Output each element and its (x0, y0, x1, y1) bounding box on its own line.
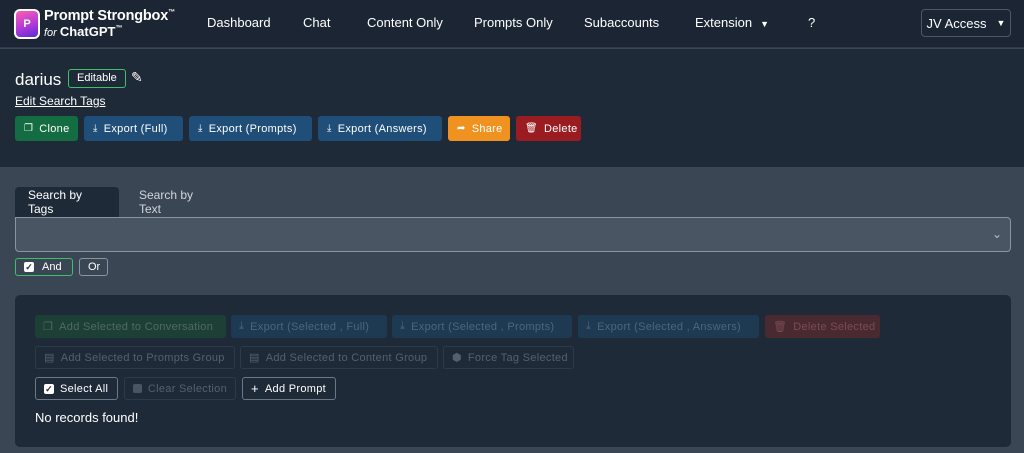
clone-icon: ❐ (24, 123, 34, 134)
export-answers-button[interactable]: ⤓ Export (Answers) (318, 116, 442, 141)
delete-label: Delete (544, 122, 578, 135)
book-icon: ▤ (44, 352, 55, 364)
export-full-button[interactable]: ⤓ Export (Full) (84, 116, 183, 141)
share-button[interactable]: ➦ Share (448, 116, 510, 141)
add-to-conversation-label: Add Selected to Conversation (59, 320, 214, 333)
export-full-label: Export (Full) (103, 122, 168, 135)
force-tag-selected-button[interactable]: ⬢ Force Tag Selected (443, 346, 574, 369)
nav-prompts-only[interactable]: Prompts Only (474, 15, 553, 30)
download-icon: ⤓ (239, 320, 245, 332)
chevron-down-icon: ▼ (760, 19, 770, 29)
tab-search-by-tags[interactable]: Search by Tags (15, 187, 119, 217)
pencil-icon[interactable]: ✎ (131, 69, 143, 86)
export-prompts-button[interactable]: ⤓ Export (Prompts) (189, 116, 312, 141)
trash-icon: 🗑 (773, 321, 788, 333)
download-icon: ⤓ (93, 123, 98, 134)
trash-icon: 🗑 (525, 123, 538, 134)
add-to-content-group-button[interactable]: ▤ Add Selected to Content Group (240, 346, 438, 369)
book-icon: ▤ (249, 352, 260, 364)
clear-selection-button[interactable]: Clear Selection (124, 377, 236, 400)
no-records-message: No records found! (35, 410, 139, 425)
share-icon: ➦ (457, 123, 466, 134)
or-label: Or (88, 261, 101, 273)
delete-selected-label: Delete Selected (793, 320, 876, 333)
nav-subaccounts[interactable]: Subaccounts (584, 15, 659, 30)
delete-selected-button[interactable]: 🗑 Delete Selected (765, 315, 880, 338)
export-selected-full-button[interactable]: ⤓ Export (Selected , Full) (231, 315, 387, 338)
checkbox-icon: ✓ (44, 383, 54, 394)
export-selected-prompts-label: Export (Selected , Prompts) (411, 320, 555, 333)
select-all-button[interactable]: ✓ Select All (35, 377, 118, 400)
nav-dashboard[interactable]: Dashboard (207, 15, 271, 30)
clone-button[interactable]: ❐ Clone (15, 116, 78, 141)
share-label: Share (471, 122, 503, 135)
export-selected-full-label: Export (Selected , Full) (250, 320, 370, 333)
tags-search-input[interactable]: ⌄ (15, 217, 1011, 252)
account-label: JV Access (926, 15, 987, 31)
download-icon: ⤓ (586, 320, 592, 332)
download-icon: ⤓ (327, 123, 332, 134)
brand-text: Prompt Strongbox™ for ChatGPT™ (44, 9, 175, 40)
nav-extension-dropdown[interactable]: Extension ▼ (695, 15, 769, 30)
collection-header: darius Editable ✎ Edit Search Tags ❐ Clo… (0, 49, 1024, 167)
tag-icon: ⬢ (452, 352, 462, 364)
add-to-prompts-group-button[interactable]: ▤ Add Selected to Prompts Group (35, 346, 235, 369)
and-label: And (42, 261, 62, 273)
add-to-prompts-group-label: Add Selected to Prompts Group (60, 351, 225, 364)
brand-product-tm: ™ (115, 25, 123, 33)
brand-name: Prompt Strongbox (44, 7, 169, 24)
clone-label: Clone (39, 122, 70, 135)
add-prompt-label: Add Prompt (264, 382, 326, 395)
and-toggle[interactable]: ✓ And (15, 258, 73, 276)
export-answers-label: Export (Answers) (337, 122, 427, 135)
brand-tm: ™ (168, 8, 175, 16)
nav-help[interactable]: ? (808, 15, 815, 30)
clear-selection-label: Clear Selection (147, 382, 227, 395)
page-title: darius (15, 70, 62, 89)
logo-badge-icon: P (14, 9, 40, 39)
brand-product: ChatGPT (59, 24, 116, 40)
clone-icon: ❐ (43, 321, 54, 333)
export-selected-answers-button[interactable]: ⤓ Export (Selected , Answers) (578, 315, 759, 338)
edit-search-tags-link[interactable]: Edit Search Tags (15, 94, 106, 108)
or-toggle[interactable]: Or (79, 258, 108, 276)
export-selected-prompts-button[interactable]: ⤓ Export (Selected , Prompts) (392, 315, 572, 338)
plus-icon: + (251, 381, 259, 396)
nav-extension-label: Extension (695, 15, 753, 30)
nav-chat[interactable]: Chat (303, 15, 330, 30)
force-tag-selected-label: Force Tag Selected (467, 351, 568, 364)
top-navbar: P Prompt Strongbox™ for ChatGPT™ Dashboar… (0, 0, 1024, 48)
add-to-content-group-label: Add Selected to Content Group (265, 351, 428, 364)
add-prompt-button[interactable]: + Add Prompt (242, 377, 336, 400)
export-prompts-label: Export (Prompts) (208, 122, 297, 135)
nav-content-only[interactable]: Content Only (367, 15, 443, 30)
chevron-down-icon: ▼ (996, 18, 1006, 28)
tab-search-by-text[interactable]: Search by Text (126, 187, 230, 217)
account-dropdown[interactable]: JV Access ▼ (921, 9, 1011, 37)
chevron-down-icon: ⌄ (991, 227, 1002, 241)
delete-button[interactable]: 🗑 Delete (516, 116, 581, 141)
brand-logo[interactable]: P Prompt Strongbox™ for ChatGPT™ (14, 6, 175, 42)
checkbox-icon: ✓ (24, 262, 34, 272)
export-selected-answers-label: Export (Selected , Answers) (597, 320, 741, 333)
add-to-conversation-button[interactable]: ❐ Add Selected to Conversation (35, 315, 226, 338)
checkbox-empty-icon (133, 384, 142, 393)
download-icon: ⤓ (400, 320, 406, 332)
brand-for: for (44, 27, 57, 40)
editable-badge: Editable (68, 69, 126, 88)
download-icon: ⤓ (198, 123, 203, 134)
select-all-label: Select All (60, 382, 109, 395)
